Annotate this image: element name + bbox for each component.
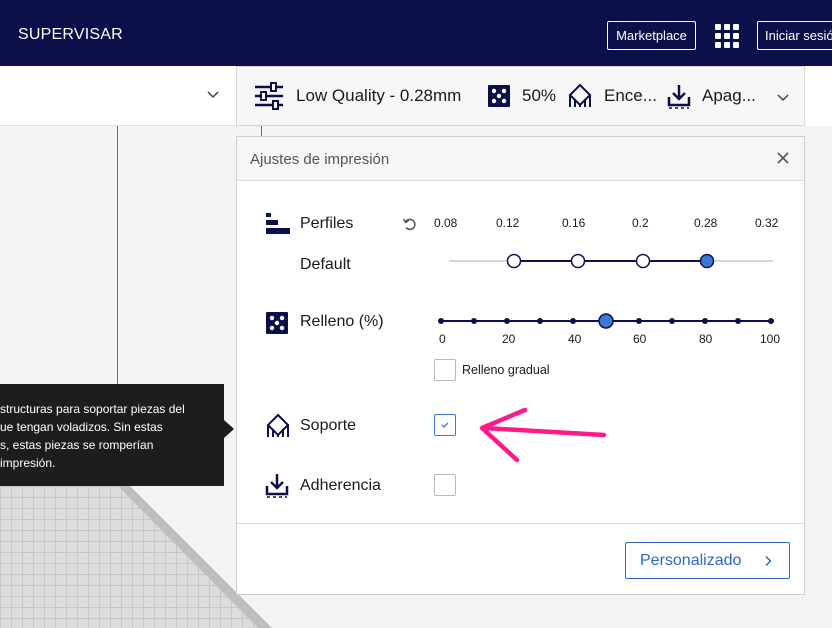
marketplace-button[interactable]: Marketplace: [607, 21, 696, 50]
infill-label: Relleno (%): [300, 313, 384, 330]
infill-slider[interactable]: [435, 310, 777, 332]
layer-height-label: 0.12: [496, 216, 520, 230]
support-icon: [266, 413, 290, 437]
check-icon: [441, 422, 449, 428]
tooltip-line: structuras para soportar piezas del: [0, 402, 185, 416]
reset-icon[interactable]: [402, 216, 418, 232]
apps-grid-icon[interactable]: [715, 24, 739, 48]
gradual-infill-label: Relleno gradual: [462, 363, 550, 377]
panel-divider: [237, 523, 804, 524]
stage-monitor-tab[interactable]: SUPERVISAR: [18, 26, 123, 44]
close-icon[interactable]: [776, 151, 790, 165]
support-icon: [568, 83, 592, 107]
adhesion-checkbox[interactable]: [434, 474, 456, 496]
layer-height-slider[interactable]: [443, 250, 775, 272]
adhesion-icon: [667, 85, 691, 109]
support-label: Soporte: [300, 417, 357, 434]
tooltip-line: s, estas piezas se romperían: [0, 438, 154, 452]
infill-summary: 50%: [487, 67, 556, 125]
infill-tick-label: 0: [439, 332, 446, 346]
custom-settings-button[interactable]: Personalizado: [625, 542, 790, 579]
infill-tick-label: 100: [760, 332, 781, 346]
sliders-icon: [255, 82, 283, 110]
annotation-arrow-icon: [479, 407, 607, 463]
infill-tick-label: 60: [633, 332, 647, 346]
infill-icon: [488, 85, 510, 107]
infill-summary-text: 50%: [522, 86, 557, 105]
layer-height-label: 0.08: [434, 216, 458, 230]
support-checkbox[interactable]: [434, 414, 456, 436]
support-summary-text: Ence...: [604, 86, 657, 105]
print-setup-selector[interactable]: Low Quality - 0.28mm 50% Ence... Apag...: [236, 66, 805, 126]
layer-height-label: 0.16: [562, 216, 586, 230]
custom-button-label: Personalizado: [640, 551, 742, 569]
top-bar: SUPERVISAR Marketplace Iniciar sesió: [0, 0, 832, 66]
profile-summary-text: Low Quality - 0.28mm: [296, 86, 462, 105]
panel-title-bar: Ajustes de impresión: [237, 137, 804, 181]
gradual-infill-checkbox[interactable]: [434, 359, 456, 381]
tooltip-line: impresión.: [0, 456, 56, 470]
profiles-icon: [266, 213, 290, 234]
infill-tick-label: 40: [568, 332, 582, 346]
profile-default-label: Default: [300, 256, 351, 273]
profile-summary: Low Quality - 0.28mm: [253, 67, 461, 125]
adhesion-label: Adherencia: [300, 477, 381, 494]
print-settings-panel: Ajustes de impresión Perfiles Default 0.…: [236, 136, 805, 595]
infill-icon: [266, 312, 288, 334]
layer-height-label: 0.28: [694, 216, 718, 230]
layer-height-label: 0.32: [755, 216, 779, 230]
tooltip-arrow: [224, 420, 234, 438]
infill-tick-label: 20: [502, 332, 516, 346]
adhesion-summary: Apag...: [667, 67, 756, 125]
chevron-right-icon: [765, 555, 772, 567]
support-summary: Ence...: [567, 67, 657, 125]
chevron-down-icon: [777, 94, 789, 102]
adhesion-summary-text: Apag...: [702, 86, 756, 105]
panel-title: Ajustes de impresión: [250, 151, 390, 168]
layer-height-label: 0.2: [632, 216, 649, 230]
object-selector[interactable]: [0, 66, 235, 126]
profiles-label: Perfiles: [300, 215, 354, 232]
adhesion-icon: [265, 474, 289, 498]
support-tooltip: structuras para soportar piezas del ue t…: [0, 384, 224, 486]
tooltip-line: ue tengan voladizos. Sin estas: [0, 420, 163, 434]
chevron-down-icon: [207, 91, 219, 99]
signin-button[interactable]: Iniciar sesió: [757, 21, 832, 50]
infill-tick-label: 80: [699, 332, 713, 346]
